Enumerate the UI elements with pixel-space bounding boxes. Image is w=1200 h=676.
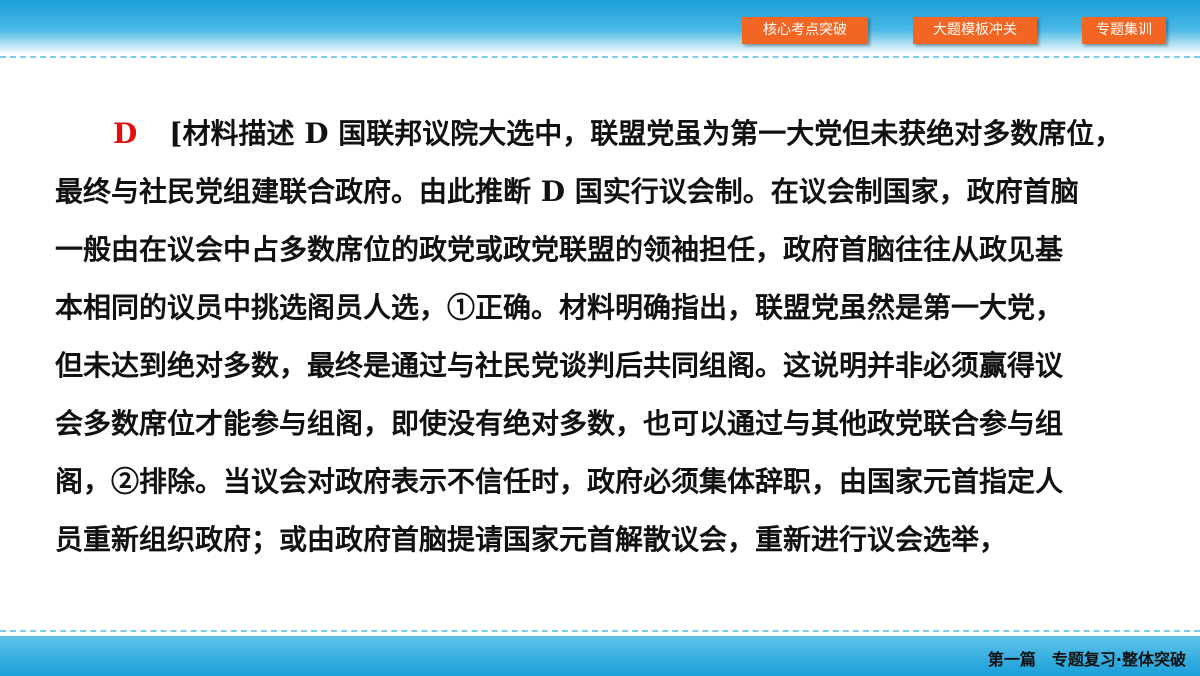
text-line: 一般由在议会中占多数席位的政党或政党联盟的领袖担任，政府首脑往往从政见基 (55, 233, 1064, 266)
training-button[interactable]: 专题集训 (1082, 17, 1166, 44)
footer-part: 第一篇 (987, 650, 1036, 669)
text-line: 阁，②排除。当议会对政府表示不信任时，政府必须集体辞职，由国家元首指定人 (55, 465, 1064, 498)
footer-divider (0, 630, 1200, 632)
footer-bar: 第一篇 专题复习·整体突破 (0, 636, 1200, 676)
footer-title: 专题复习·整体突破 (1051, 650, 1186, 669)
text-line: 会多数席位才能参与组阁，即使没有绝对多数，也可以通过与其他政党联合参与组 (55, 407, 1064, 440)
core-points-button[interactable]: 核心考点突破 (742, 17, 868, 44)
text-line: 员重新组织政府；或由政府首脑提请国家元首解散议会，重新进行议会选举， (55, 523, 1008, 556)
text-line: 最终与社民党组建联合政府。由此推断 D 国实行议会制。在议会制国家，政府首脑 (55, 175, 1079, 208)
text-line: 本相同的议员中挑选阁员人选，①正确。材料明确指出，联盟党虽然是第一大党， (55, 291, 1064, 324)
header-divider (0, 56, 1200, 58)
footer-label: 第一篇 专题复习·整体突破 (972, 646, 1186, 670)
answer-letter: D (113, 117, 138, 150)
template-button[interactable]: 大题模板冲关 (913, 17, 1037, 44)
text-line: D [材料描述 D 国联邦议院大选中，联盟党虽为第一大党但未获绝对多数席位， (113, 117, 1123, 150)
text-line: 但未达到绝对多数，最终是通过与社民党谈判后共同组阁。这说明并非必须赢得议 (55, 349, 1064, 382)
explanation-text: D [材料描述 D 国联邦议院大选中，联盟党虽为第一大党但未获绝对多数席位， 最终… (55, 108, 1150, 572)
